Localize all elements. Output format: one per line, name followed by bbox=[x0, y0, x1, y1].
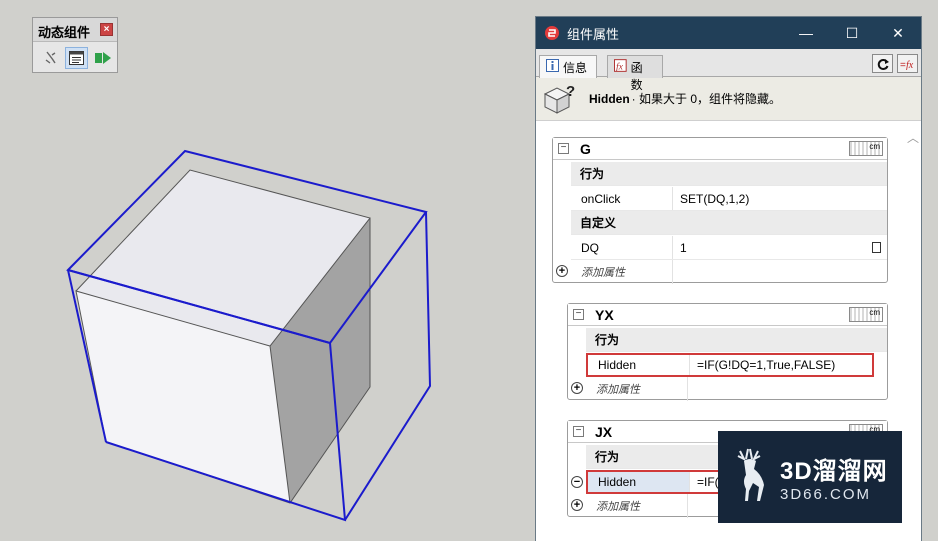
add-attribute-label: 添加属性 bbox=[586, 377, 688, 401]
maximize-button[interactable]: ☐ bbox=[829, 17, 875, 49]
tab-info[interactable]: 信息 bbox=[539, 55, 597, 78]
close-button[interactable]: ✕ bbox=[875, 17, 921, 49]
component-name: JX bbox=[595, 424, 613, 440]
attribute-value[interactable]: 1 bbox=[673, 236, 887, 259]
add-attribute-label: 添加属性 bbox=[571, 260, 673, 284]
interact-icon[interactable] bbox=[39, 47, 62, 69]
collapse-toggle[interactable]: − bbox=[573, 426, 584, 437]
attribute-value[interactable]: SET(DQ,1,2) bbox=[673, 187, 887, 210]
toolbar-title[interactable]: 动态组件 × bbox=[33, 18, 117, 42]
minimize-button[interactable]: — bbox=[783, 17, 829, 49]
hint-bar: ? Hidden · 如果大于 0，组件将隐藏。 bbox=[536, 77, 921, 121]
attribute-row-onclick[interactable]: onClick SET(DQ,1,2) bbox=[571, 187, 887, 211]
remove-attribute-icon[interactable]: − bbox=[571, 476, 583, 488]
calculator-icon[interactable] bbox=[872, 242, 881, 253]
window-titlebar[interactable]: 组件属性 — ☐ ✕ bbox=[536, 17, 921, 49]
add-attribute-label: 添加属性 bbox=[586, 494, 688, 518]
vertical-scrollbar[interactable]: ︿ bbox=[904, 121, 921, 541]
panel-header: − G cm bbox=[553, 138, 887, 160]
component-panel-yx: − YX cm 行为 Hidden =IF(G!DQ=1,True,FALSE)… bbox=[567, 303, 888, 401]
scroll-up-icon[interactable]: ︿ bbox=[907, 129, 919, 146]
unit-badge[interactable]: cm bbox=[849, 141, 883, 156]
component-panel-g: − G cm 行为 onClick SET(DQ,1,2) 自定义 DQ 1 +… bbox=[552, 137, 888, 284]
toolbar-title-text: 动态组件 bbox=[38, 25, 91, 40]
watermark-site: 3D66.COM bbox=[780, 486, 872, 503]
add-attribute-icon[interactable]: + bbox=[556, 265, 568, 277]
attribute-value-text: 1 bbox=[680, 240, 687, 255]
add-attribute-icon[interactable]: + bbox=[571, 499, 583, 511]
collapse-toggle[interactable]: − bbox=[573, 309, 584, 320]
section-header: 行为 bbox=[571, 162, 887, 186]
svg-text:?: ? bbox=[566, 83, 575, 100]
section-header: 自定义 bbox=[571, 211, 887, 235]
tab-functions[interactable]: fx 函数 bbox=[607, 55, 663, 92]
attribute-name: Hidden bbox=[588, 355, 690, 375]
section-header: 行为 bbox=[586, 328, 887, 352]
component-name: G bbox=[580, 141, 591, 157]
hint-attribute-name: Hidden bbox=[589, 91, 630, 106]
attribute-row-dq[interactable]: DQ 1 bbox=[571, 236, 887, 260]
svg-text:fx: fx bbox=[906, 60, 914, 70]
component-attributes-icon[interactable] bbox=[91, 47, 114, 69]
deer-logo-icon bbox=[737, 448, 764, 501]
hint-description: · 如果大于 0，组件将隐藏。 bbox=[631, 92, 782, 106]
component-options-icon[interactable] bbox=[65, 47, 88, 69]
add-attribute-row[interactable]: 添加属性 bbox=[571, 260, 887, 284]
watermark-text: 3D溜溜网 3D66.COM bbox=[780, 451, 888, 503]
sketchup-icon bbox=[545, 26, 559, 40]
refresh-button[interactable] bbox=[872, 54, 893, 73]
attribute-name: DQ bbox=[571, 236, 673, 259]
watermark-brand: 3D溜溜网 bbox=[780, 458, 888, 485]
toolbar-close-button[interactable]: × bbox=[100, 23, 113, 36]
attribute-value[interactable]: =IF(G!DQ=1,True,FALSE) bbox=[690, 355, 872, 375]
function-icon: fx bbox=[614, 59, 627, 72]
attribute-row-hidden[interactable]: Hidden =IF(G!DQ=1,True,FALSE) bbox=[586, 353, 874, 377]
dynamic-components-toolbar[interactable]: 动态组件 × bbox=[32, 17, 118, 73]
window-title: 组件属性 bbox=[567, 26, 620, 42]
info-icon bbox=[546, 59, 559, 72]
component-help-icon: ? bbox=[543, 83, 575, 114]
attribute-name: onClick bbox=[571, 187, 673, 210]
panel-header: − YX cm bbox=[568, 304, 887, 326]
toggle-formula-view-button[interactable]: = fx bbox=[897, 54, 918, 73]
svg-text:fx: fx bbox=[616, 61, 624, 72]
toolbar-icons bbox=[33, 42, 117, 69]
tab-bar: 信息 fx 函数 = fx bbox=[536, 49, 921, 92]
component-name: YX bbox=[595, 307, 614, 323]
refresh-icon bbox=[877, 58, 889, 70]
window-controls: — ☐ ✕ bbox=[783, 17, 921, 49]
attribute-name: Hidden bbox=[588, 472, 690, 492]
unit-badge[interactable]: cm bbox=[849, 307, 883, 322]
tab-info-label: 信息 bbox=[563, 61, 588, 75]
viewport-scene[interactable] bbox=[0, 0, 535, 541]
collapse-toggle[interactable]: − bbox=[558, 143, 569, 154]
tab-functions-label: 函数 bbox=[630, 61, 643, 92]
watermark-logo: 3D溜溜网 3D66.COM bbox=[718, 431, 902, 523]
formula-view-icon: = fx bbox=[900, 60, 914, 70]
add-attribute-icon[interactable]: + bbox=[571, 382, 583, 394]
add-attribute-row[interactable]: 添加属性 bbox=[586, 377, 887, 401]
